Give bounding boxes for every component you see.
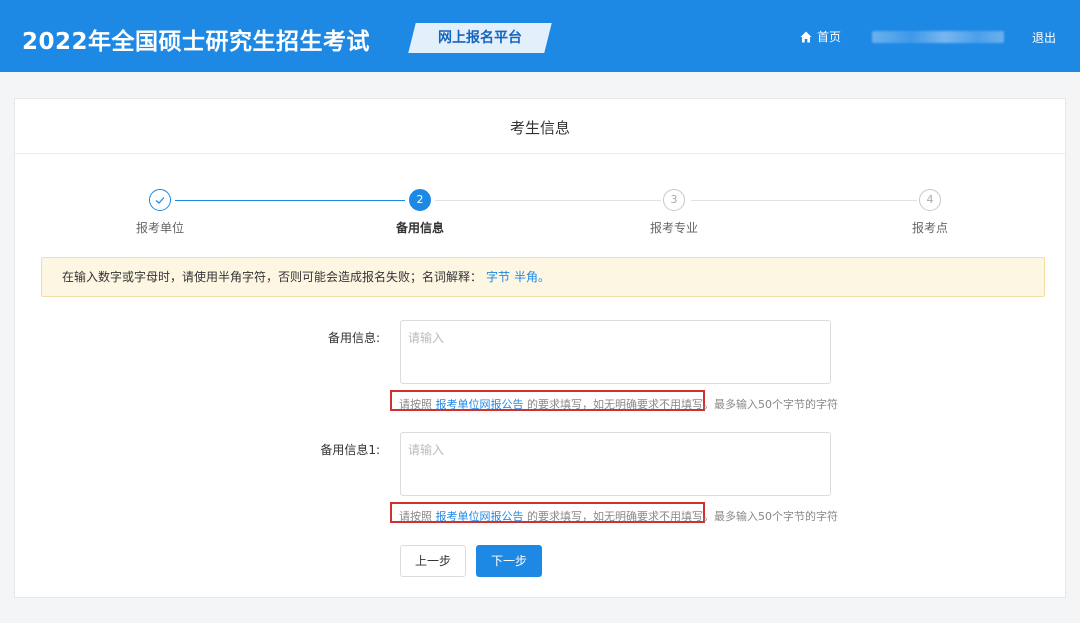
home-icon <box>800 31 812 42</box>
backup-info-input[interactable] <box>400 320 831 384</box>
notice-link-halfwidth[interactable]: 半角。 <box>514 270 550 284</box>
top-header: 2022年全国硕士研究生招生考试 网上报名平台 首页 退出 <box>0 0 1080 72</box>
hint-middle: 的要求填写，如无明确要求不用填写。 <box>527 398 714 411</box>
prev-step-button[interactable]: 上一步 <box>400 545 466 577</box>
backup-info-1-label: 备用信息1: <box>320 443 380 457</box>
backup-info-label: 备用信息: <box>327 331 380 345</box>
check-icon <box>155 197 165 204</box>
step-4-circle: 4 <box>919 189 941 211</box>
step-2-label: 备用信息 <box>395 221 444 235</box>
backup-info-1-hint: 请按照 报考单位网报公告 的要求填写，如无明确要求不用填写。最多输入50个字节的… <box>399 508 838 524</box>
platform-badge: 网上报名平台 <box>438 30 522 46</box>
hint-suffix: 最多输入50个字节的字符 <box>714 398 838 411</box>
step-3-circle: 3 <box>663 189 685 211</box>
step-4-label: 报考点 <box>911 221 948 235</box>
hint-suffix: 最多输入50个字节的字符 <box>714 510 838 523</box>
applicant-info-card: 考生信息 报考单位 2 备用信息 3 报考专业 4 报考点 在输入数字或字母时，… <box>14 98 1066 598</box>
home-link[interactable]: 首页 <box>800 28 841 45</box>
card-title: 考生信息 <box>15 99 1065 154</box>
next-step-button[interactable]: 下一步 <box>476 545 542 577</box>
halfwidth-notice: 在输入数字或字母时，请使用半角字符，否则可能会造成报名失败；名词解释： 字节 半角。 <box>41 257 1045 297</box>
home-link-label: 首页 <box>817 30 842 44</box>
step-connector-3 <box>691 200 917 201</box>
hint-prefix: 请按照 <box>399 398 432 411</box>
step-2-circle: 2 <box>409 189 431 211</box>
step-3-label: 报考专业 <box>649 221 698 235</box>
notice-link-byte[interactable]: 字节 <box>486 270 510 284</box>
hint-notice-link[interactable]: 报考单位网报公告 <box>436 510 524 523</box>
step-connector-2 <box>435 200 661 201</box>
notice-text: 在输入数字或字母时，请使用半角字符，否则可能会造成报名失败；名词解释： <box>62 270 483 284</box>
hint-prefix: 请按照 <box>399 510 432 523</box>
user-name-redacted <box>872 31 1004 43</box>
step-connector-1 <box>175 200 405 201</box>
step-1-label: 报考单位 <box>135 221 184 235</box>
hint-middle: 的要求填写，如无明确要求不用填写。 <box>527 510 714 523</box>
backup-info-1-input[interactable] <box>400 432 831 496</box>
site-title: 2022年全国硕士研究生招生考试 <box>22 29 371 55</box>
hint-notice-link[interactable]: 报考单位网报公告 <box>436 398 524 411</box>
logout-link[interactable]: 退出 <box>1032 29 1056 46</box>
step-1-check-icon <box>149 189 171 211</box>
backup-info-hint: 请按照 报考单位网报公告 的要求填写，如无明确要求不用填写。最多输入50个字节的… <box>399 396 838 412</box>
